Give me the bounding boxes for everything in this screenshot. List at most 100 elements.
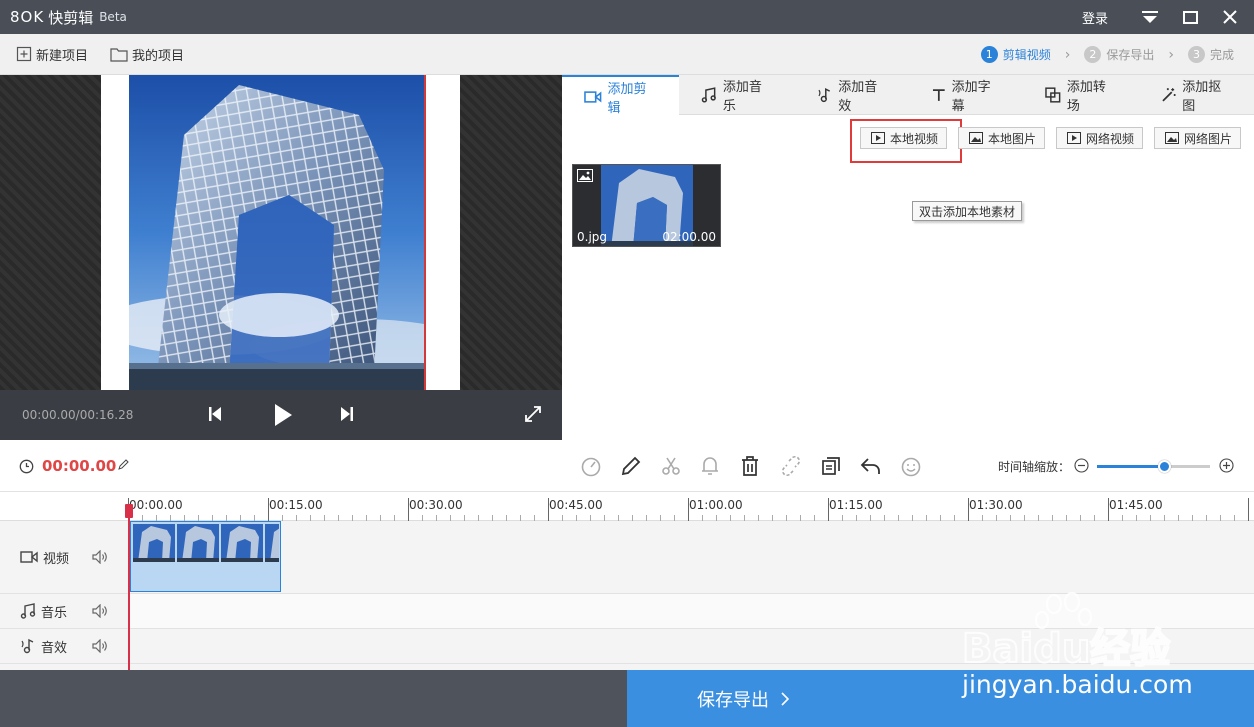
speaker-icon (92, 603, 107, 619)
track-video[interactable] (128, 521, 1254, 594)
workflow-steps: 1 剪辑视频 › 2 保存导出 › 3 完成 (980, 34, 1234, 75)
web-image-button[interactable]: 网络图片 (1154, 127, 1242, 149)
video-camera-icon (584, 90, 602, 103)
step-save-export: 2 保存导出 (1084, 46, 1154, 63)
step-number: 1 (980, 46, 998, 63)
button-label: 网络视频 (1086, 131, 1135, 146)
preview-frame (101, 75, 460, 390)
tick-label: 00:15.00 (269, 498, 323, 512)
zoom-slider[interactable] (1097, 460, 1210, 473)
tab-label: 添加转场 (1066, 80, 1106, 114)
speaker-icon (92, 638, 107, 654)
menu-dropdown-button[interactable] (1130, 0, 1170, 34)
close-button[interactable] (1210, 0, 1250, 34)
video-clip[interactable] (130, 521, 281, 592)
next-frame-button[interactable] (339, 404, 355, 428)
music-mute-button[interactable] (92, 603, 108, 622)
clip-frame (265, 524, 279, 562)
chevron-right-icon (781, 691, 790, 706)
track-header-sfx: 音效 (0, 629, 128, 664)
unlink-button[interactable] (780, 455, 802, 481)
tick-label: 01:30.00 (969, 498, 1023, 512)
sticker-button[interactable] (900, 455, 922, 481)
edit-time-button[interactable] (118, 459, 129, 474)
video-file-icon (871, 132, 885, 144)
asset-panel: 添加剪辑 添加音乐 添加音效 添加字幕 添加转场 添加抠图 本地视频 本地图片 (562, 75, 1254, 440)
chevron-right-icon: › (1168, 46, 1174, 63)
tab-add-transition[interactable]: 添加转场 (1023, 75, 1138, 115)
tooltip: 双击添加本地素材 (912, 201, 1023, 221)
bottom-bar: 保存导出 (0, 670, 1254, 727)
previous-frame-button[interactable] (207, 404, 223, 428)
tab-add-sfx[interactable]: 添加音效 (795, 75, 910, 115)
track-header-music: 音乐 (0, 594, 128, 629)
speed-button[interactable] (580, 455, 602, 481)
clip-frames (133, 524, 279, 562)
track-music[interactable] (128, 594, 1254, 629)
reminder-button[interactable] (700, 455, 720, 481)
skip-back-icon (209, 407, 221, 421)
undo-button[interactable] (860, 455, 882, 481)
playhead[interactable] (128, 504, 130, 670)
clip-frame (177, 524, 219, 562)
tab-add-clip[interactable]: 添加剪辑 (562, 75, 680, 116)
image-file-icon (969, 132, 983, 144)
image-file-icon (1165, 132, 1179, 144)
login-link[interactable]: 登录 (1082, 8, 1108, 27)
playback-time: 00:00.00/00:16.28 (22, 408, 134, 422)
local-image-button[interactable]: 本地图片 (958, 127, 1046, 149)
expand-icon (525, 406, 541, 422)
edit-button[interactable] (620, 455, 642, 481)
step-label: 剪辑视频 (1002, 48, 1051, 62)
timeline-ruler[interactable]: 00:00.00 00:15.00 00:30.00 00:45.00 01:0… (128, 492, 1254, 521)
cut-button[interactable] (660, 455, 682, 481)
zoom-in-button[interactable] (1219, 458, 1234, 477)
track-sfx[interactable] (128, 629, 1254, 664)
zoom-slider-knob[interactable] (1157, 460, 1171, 473)
trash-icon (742, 456, 758, 476)
plus-box-icon (16, 46, 32, 62)
asset-tabs: 添加剪辑 添加音乐 添加音效 添加字幕 添加转场 添加抠图 (562, 75, 1254, 116)
text-icon (932, 89, 945, 101)
media-item[interactable]: 0.jpg 02:00.00 (572, 164, 721, 247)
chevron-right-icon: › (1064, 46, 1071, 63)
clip-frame (221, 524, 263, 562)
frame-edge-marker (424, 75, 426, 390)
web-video-button[interactable]: 网络视频 (1056, 127, 1144, 149)
maximize-icon (1182, 10, 1198, 24)
track-label: 音效 (41, 640, 68, 656)
playhead-handle[interactable] (125, 504, 133, 518)
media-name: 0.jpg (577, 230, 608, 244)
save-export-button[interactable]: 保存导出 (627, 670, 1254, 727)
pencil-small-icon (118, 459, 129, 470)
video-mute-button[interactable] (92, 549, 108, 568)
tick-label: 01:00.00 (689, 498, 743, 512)
zoom-label: 时间轴缩放： (998, 460, 1071, 474)
tab-add-matting[interactable]: 添加抠图 (1139, 75, 1254, 115)
my-projects-button[interactable]: 我的项目 (110, 45, 184, 64)
step-label: 完成 (1209, 48, 1234, 62)
delete-button[interactable] (740, 455, 760, 481)
sfx-mute-button[interactable] (92, 638, 108, 657)
new-project-button[interactable]: 新建项目 (16, 45, 88, 64)
copy-button[interactable] (820, 455, 842, 481)
zoom-slider-fill (1097, 465, 1165, 468)
tab-add-music[interactable]: 添加音乐 (679, 75, 794, 115)
my-projects-label: 我的项目 (132, 48, 185, 64)
player-controls: 00:00.00/00:16.28 (0, 390, 562, 440)
tab-add-subtitle[interactable]: 添加字幕 (910, 75, 1023, 115)
tab-label: 添加字幕 (951, 80, 991, 114)
minus-circle-icon (1074, 458, 1089, 473)
tick-label: 00:00.00 (129, 498, 183, 512)
speedometer-icon (581, 457, 601, 477)
local-video-button[interactable]: 本地视频 (860, 127, 948, 149)
edit-toolbar: 00:00.00 时间轴缩放： (0, 440, 1254, 492)
clip-frame (133, 524, 175, 562)
maximize-button[interactable] (1170, 0, 1210, 34)
beta-label: Beta (99, 10, 127, 24)
play-button[interactable] (272, 402, 294, 432)
smiley-icon (901, 457, 921, 477)
undo-icon (860, 458, 880, 474)
fullscreen-button[interactable] (524, 405, 542, 427)
zoom-out-button[interactable] (1074, 458, 1089, 477)
